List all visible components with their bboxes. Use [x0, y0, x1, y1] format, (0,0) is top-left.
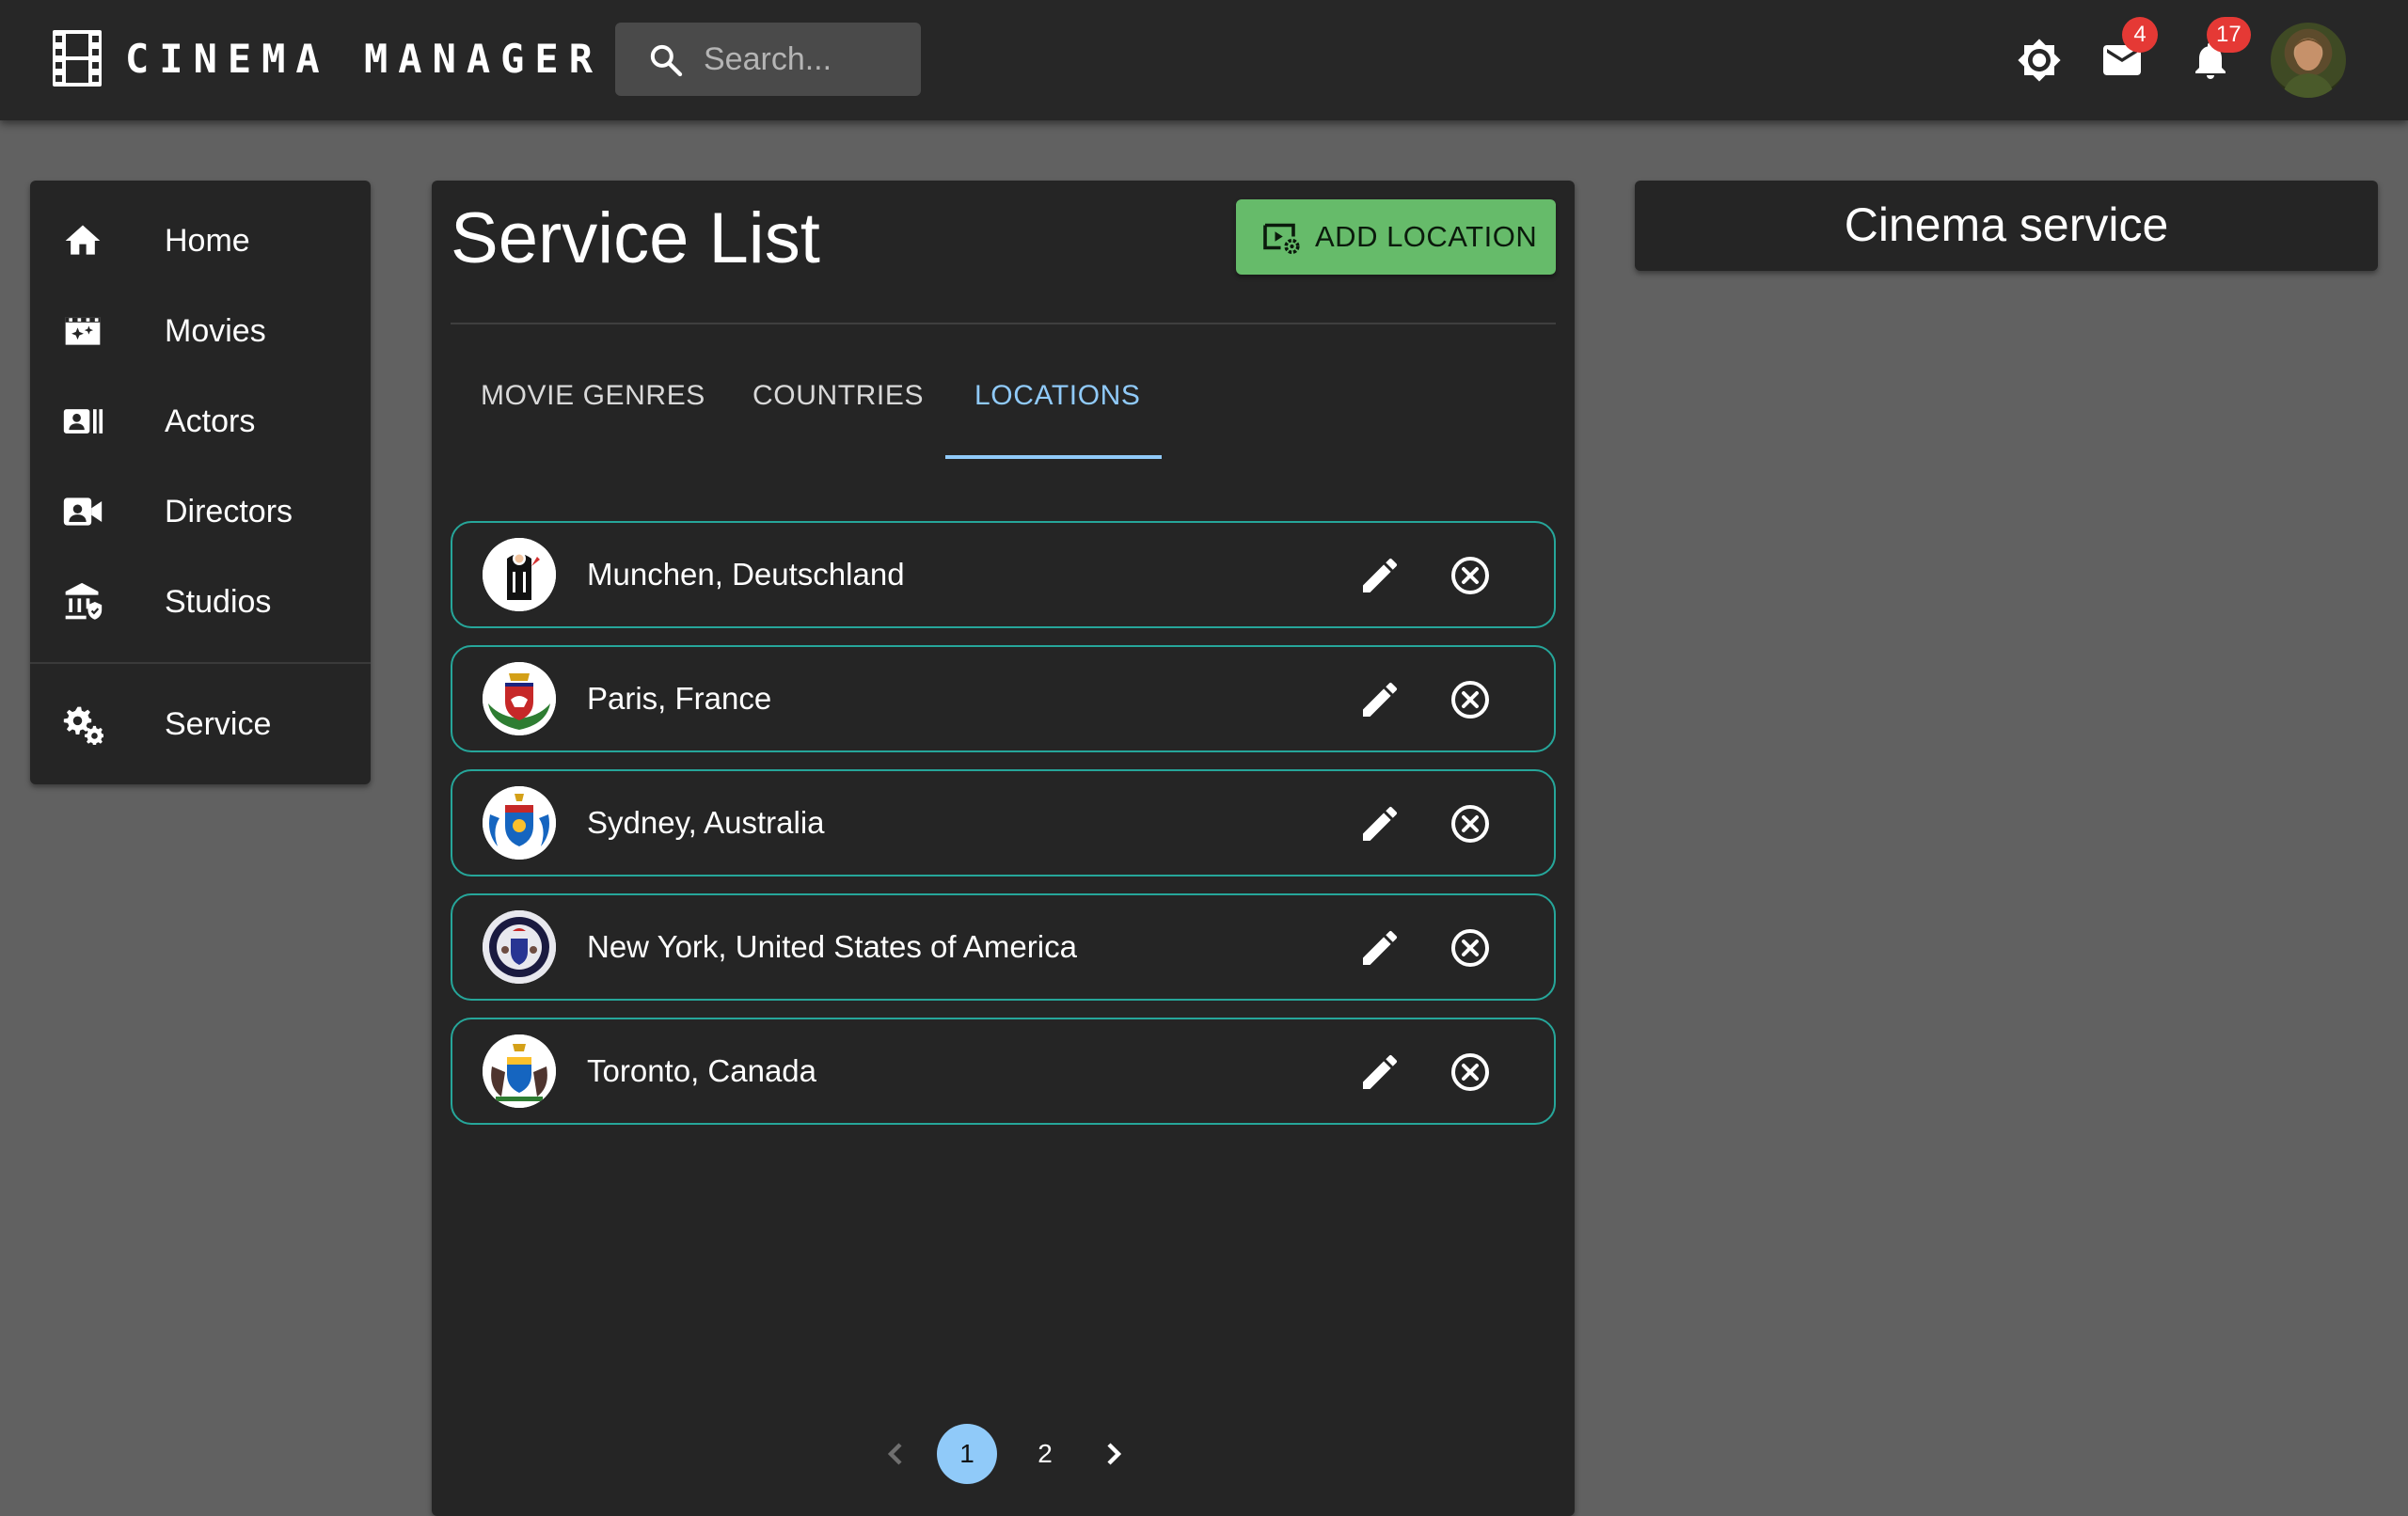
search-input[interactable]	[704, 23, 911, 96]
brightness-icon	[2018, 39, 2061, 82]
location-row: Munchen, Deutschland	[451, 521, 1556, 628]
location-crest	[483, 1034, 556, 1108]
cinema-service-title: Cinema service	[1844, 198, 2169, 251]
sidebar-item-label: Studios	[165, 583, 272, 620]
chevron-left-icon	[887, 1443, 902, 1465]
delete-icon[interactable]	[1448, 677, 1493, 722]
bank-icon	[65, 582, 103, 620]
edit-icon[interactable]	[1357, 925, 1402, 971]
badge-icon	[63, 409, 103, 434]
brightness-toggle[interactable]	[2013, 34, 2066, 87]
add-location-button[interactable]: ADD LOCATION	[1236, 199, 1556, 275]
mail-badge: 4	[2122, 17, 2158, 53]
film-strip-icon	[53, 30, 102, 87]
sidebar-item-home[interactable]: Home	[30, 196, 371, 286]
page-1-button[interactable]: 1	[937, 1424, 997, 1484]
location-row: Toronto, Canada	[451, 1018, 1556, 1125]
page-2-button[interactable]: 2	[1015, 1424, 1075, 1484]
sidebar-item-label: Home	[165, 222, 250, 259]
service-list-panel: Service List ADD LOCATION MOVIE GENRES C…	[432, 181, 1575, 1516]
sidebar-item-label: Directors	[165, 493, 293, 529]
tab-locations[interactable]: LOCATIONS	[974, 380, 1141, 440]
sidebar-item-service[interactable]: Service	[30, 679, 371, 769]
sidebar: Home Movies Actors Directors Studios Ser…	[30, 181, 371, 784]
search-box[interactable]	[615, 23, 921, 96]
edit-icon[interactable]	[1357, 801, 1402, 846]
page-title: Service List	[451, 198, 820, 278]
location-crest	[483, 786, 556, 860]
home-icon	[65, 225, 101, 255]
delete-icon[interactable]	[1448, 925, 1493, 971]
gears-icon	[63, 706, 103, 745]
app-title: CINEMA MANAGER	[125, 36, 604, 82]
cinema-service-card: Cinema service	[1635, 181, 2378, 271]
location-row: Sydney, Australia	[451, 769, 1556, 876]
edit-icon[interactable]	[1357, 1050, 1402, 1095]
video-settings-icon	[1263, 223, 1300, 255]
sidebar-item-label: Service	[165, 705, 272, 742]
location-name: Paris, France	[587, 681, 772, 716]
chevron-right-icon	[1107, 1443, 1122, 1465]
location-name: Toronto, Canada	[587, 1053, 817, 1088]
tab-countries[interactable]: COUNTRIES	[752, 380, 924, 440]
sidebar-item-studios[interactable]: Studios	[30, 557, 371, 647]
sidebar-divider	[30, 662, 371, 664]
delete-icon[interactable]	[1448, 1050, 1493, 1095]
location-crest	[483, 538, 556, 611]
location-name: New York, United States of America	[587, 929, 1077, 964]
tab-movie-genres[interactable]: MOVIE GENRES	[481, 380, 705, 440]
sidebar-item-actors[interactable]: Actors	[30, 376, 371, 466]
movie-icon	[65, 317, 101, 345]
location-crest	[483, 662, 556, 735]
mail-button[interactable]: 4	[2096, 17, 2158, 87]
title-divider	[451, 323, 1556, 324]
location-crest	[483, 910, 556, 984]
delete-icon[interactable]	[1448, 553, 1493, 598]
sidebar-item-label: Movies	[165, 312, 266, 349]
user-avatar[interactable]	[2271, 23, 2346, 98]
location-name: Munchen, Deutschland	[587, 557, 905, 592]
app-bar: CINEMA MANAGER 4 17	[0, 0, 2408, 120]
notifications-button[interactable]: 17	[2184, 17, 2251, 87]
location-row: Paris, France	[451, 645, 1556, 752]
active-tab-indicator	[945, 455, 1162, 459]
user-photo	[2282, 39, 2335, 98]
add-location-label: ADD LOCATION	[1315, 220, 1538, 253]
edit-icon[interactable]	[1357, 677, 1402, 722]
sidebar-item-movies[interactable]: Movies	[30, 286, 371, 376]
delete-icon[interactable]	[1448, 801, 1493, 846]
next-page-button[interactable]	[1090, 1424, 1135, 1484]
search-icon	[650, 44, 683, 77]
location-name: Sydney, Australia	[587, 805, 825, 840]
location-row: New York, United States of America	[451, 893, 1556, 1001]
sidebar-item-label: Actors	[165, 403, 256, 439]
previous-page-button[interactable]	[874, 1424, 919, 1484]
edit-icon[interactable]	[1357, 553, 1402, 598]
video-camera-icon	[63, 497, 103, 526]
notification-badge: 17	[2207, 17, 2251, 53]
sidebar-item-directors[interactable]: Directors	[30, 466, 371, 557]
